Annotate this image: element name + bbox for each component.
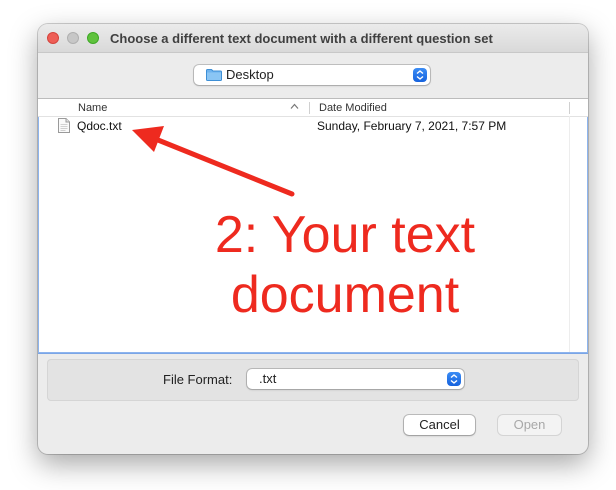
window-title: Choose a different text document with a …: [110, 31, 493, 46]
list-header: Name Date Modified: [38, 99, 588, 117]
title-bar: Choose a different text document with a …: [38, 24, 588, 53]
location-label: Desktop: [226, 67, 274, 82]
sort-ascending-icon: [290, 103, 299, 109]
file-format-value: .txt: [259, 371, 277, 386]
column-divider[interactable]: [309, 102, 310, 114]
cancel-button[interactable]: Cancel: [404, 415, 475, 435]
format-accessory-panel: File Format: .txt: [47, 359, 579, 401]
annotation-line-2: document: [230, 266, 460, 324]
column-rule: [569, 116, 570, 352]
column-header-date-modified[interactable]: Date Modified: [319, 102, 387, 114]
annotation-callout: 2: Your text document: [150, 205, 540, 325]
file-date-modified: Sunday, February 7, 2021, 7:57 PM: [317, 119, 507, 133]
location-toolbar: Desktop: [38, 53, 588, 98]
file-name: Qdoc.txt: [77, 119, 122, 133]
folder-icon: [206, 69, 222, 81]
close-window-button[interactable]: [47, 32, 59, 44]
file-row[interactable]: Qdoc.txt Sunday, February 7, 2021, 7:57 …: [39, 118, 587, 135]
file-format-label: File Format:: [163, 372, 233, 387]
minimize-window-button[interactable]: [67, 32, 79, 44]
location-popup-button[interactable]: Desktop: [194, 65, 430, 85]
popup-stepper-icon: [413, 68, 427, 82]
file-format-popup-button[interactable]: .txt: [247, 369, 464, 389]
column-divider[interactable]: [569, 102, 570, 114]
open-button[interactable]: Open: [498, 415, 561, 435]
screenshot-stage: Choose a different text document with a …: [0, 0, 616, 490]
zoom-window-button[interactable]: [87, 32, 99, 44]
text-document-icon: [58, 118, 70, 133]
column-header-name[interactable]: Name: [78, 102, 107, 114]
annotation-line-1: 2: Your text: [214, 206, 476, 264]
popup-stepper-icon: [447, 372, 461, 386]
